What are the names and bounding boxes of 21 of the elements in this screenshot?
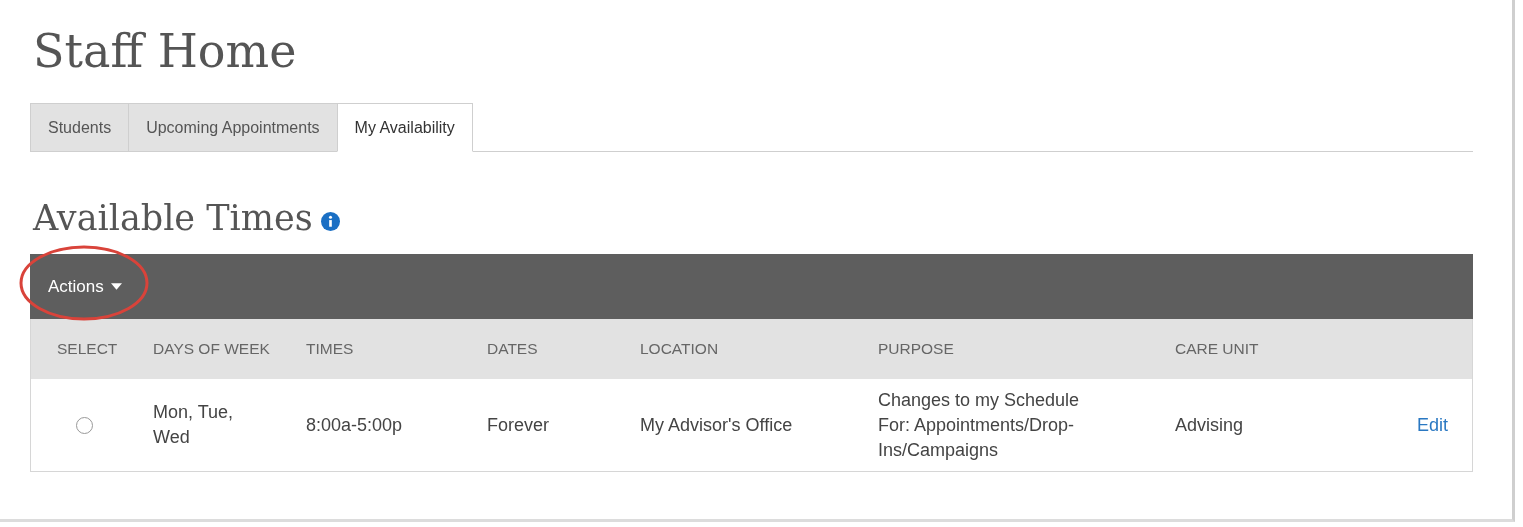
- tab[interactable]: Upcoming Appointments: [128, 103, 337, 152]
- column-header: LOCATION: [640, 340, 720, 358]
- table-cell-text: Advising: [1175, 413, 1245, 437]
- column-header: PURPOSE: [878, 340, 955, 358]
- tab[interactable]: Students: [30, 103, 129, 152]
- page-title: Staff Home: [33, 23, 298, 80]
- table-cell-text: 8:00a-5:00p: [306, 413, 404, 437]
- edit-link[interactable]: Edit: [1416, 414, 1448, 436]
- caret-icon: [110, 283, 122, 290]
- table-cell-text: Changes to my Schedule For: Appointments/Drop-Ins/Campaigns: [878, 388, 1081, 462]
- column-header: DAYS OF WEEK: [153, 340, 271, 358]
- column-header: DATES: [487, 340, 539, 358]
- table-cell-text: My Advisor's Office: [640, 413, 794, 437]
- info-icon[interactable]: [320, 211, 340, 231]
- column-header: CARE UNIT: [1175, 340, 1260, 358]
- section-title: Available Times: [33, 197, 313, 240]
- table-cell-text: Mon, Tue, Wed: [153, 401, 235, 449]
- tab[interactable]: My Availability: [336, 103, 473, 152]
- column-header: TIMES: [306, 340, 355, 358]
- column-header: SELECT: [57, 340, 119, 358]
- table-cell-text: Forever: [487, 413, 550, 437]
